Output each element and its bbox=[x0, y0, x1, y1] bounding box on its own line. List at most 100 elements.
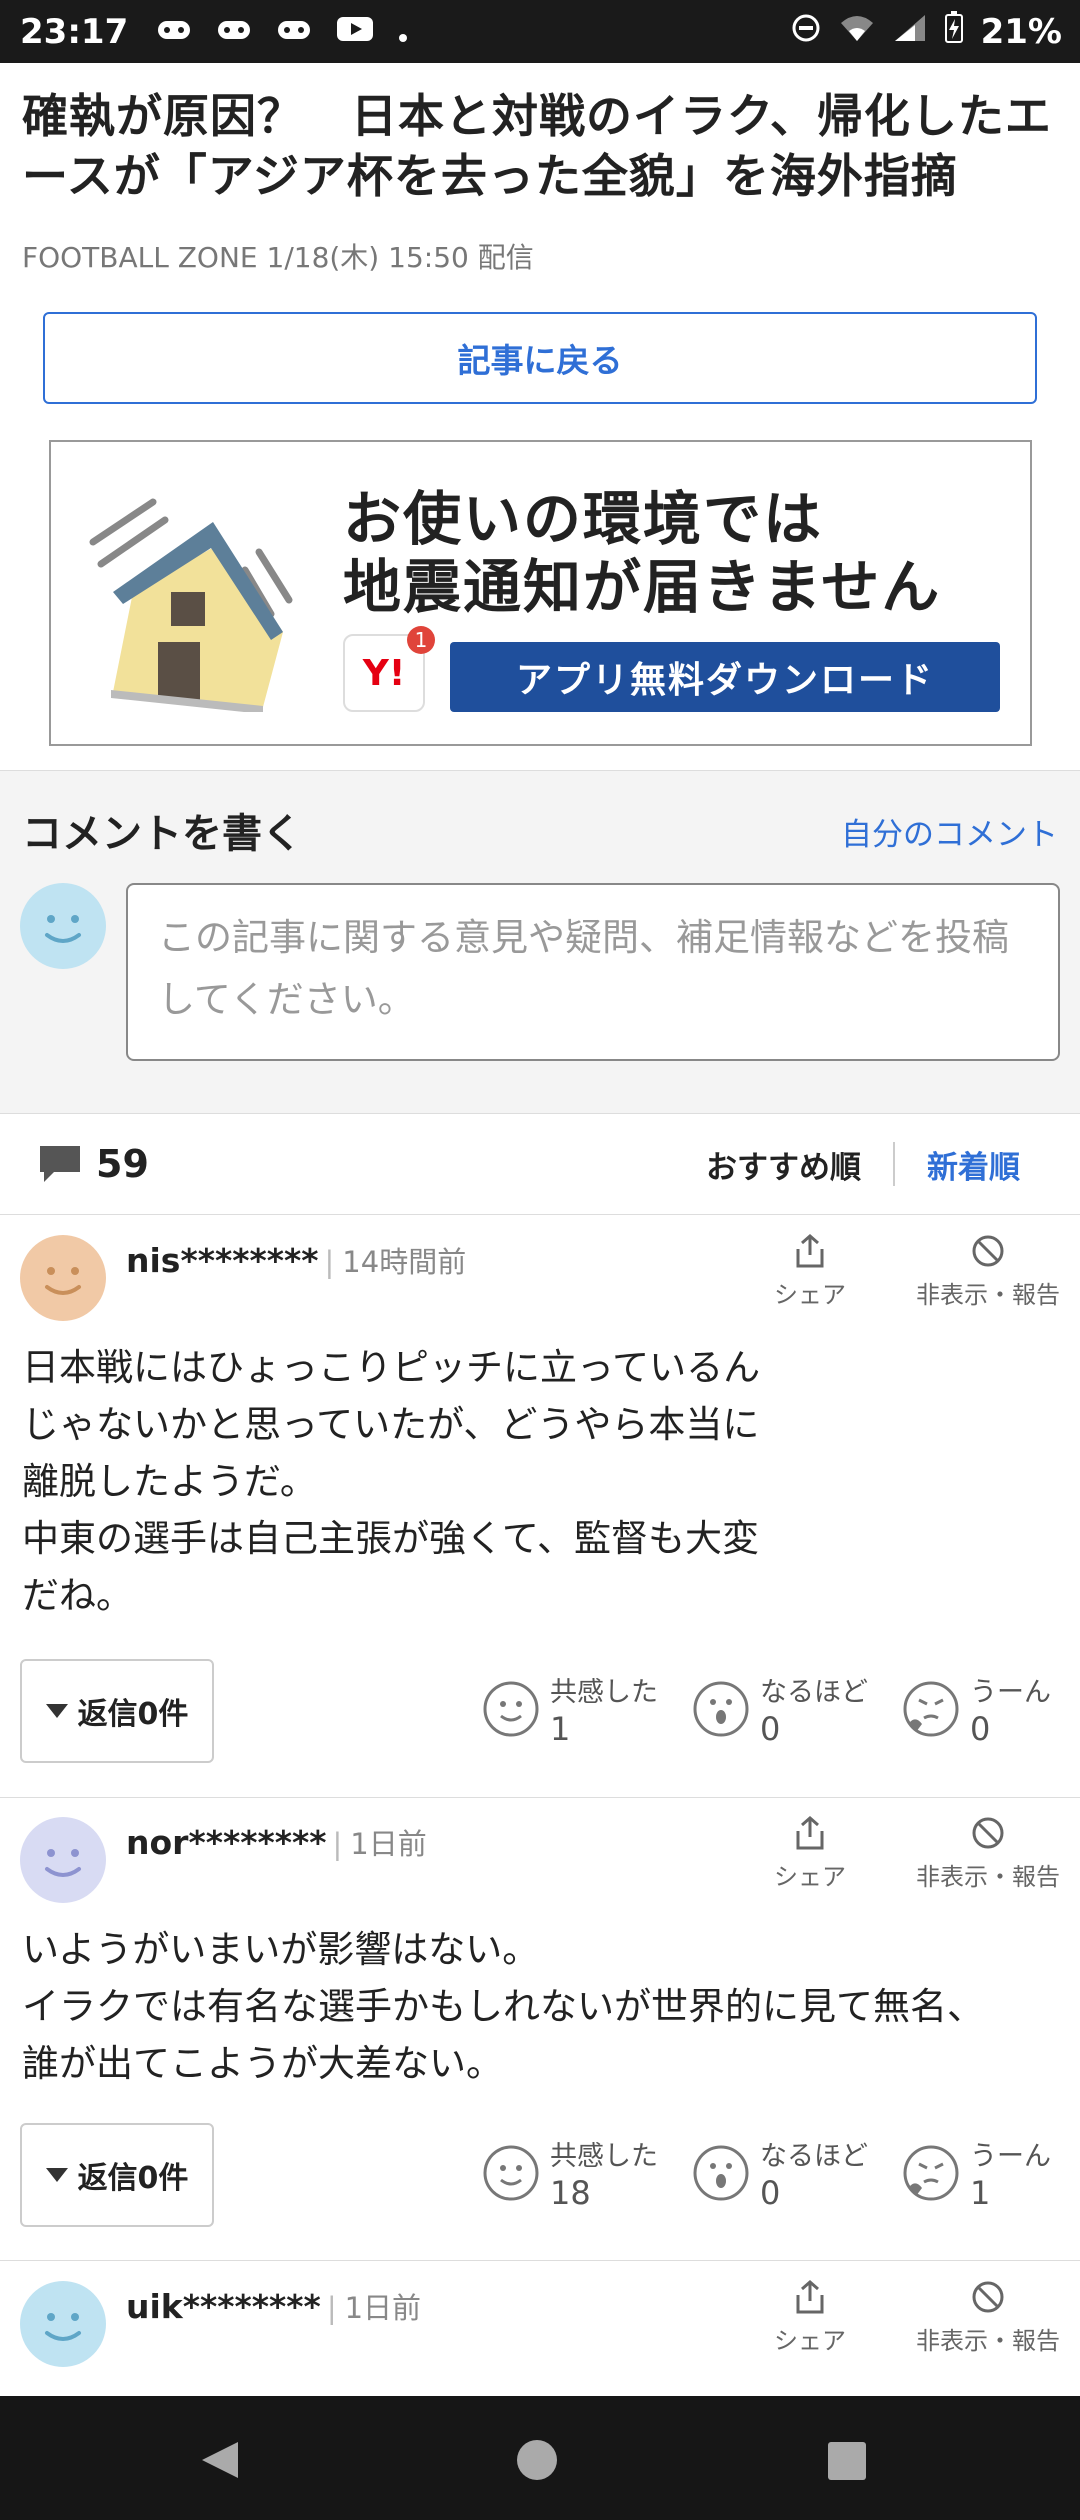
block-icon bbox=[972, 2281, 1004, 2313]
share-button[interactable]: シェア bbox=[770, 1815, 850, 1892]
share-icon bbox=[796, 2280, 824, 2314]
thinking-face-icon bbox=[903, 1681, 959, 1737]
username-text[interactable]: nor******** bbox=[126, 1823, 327, 1862]
uun-count: 0 bbox=[970, 1710, 991, 1748]
empathy-count: 1 bbox=[550, 1710, 571, 1748]
comment-item: nor********1日前 シェア 非表示・報告 いようがいまいが影響はない。… bbox=[0, 1797, 1080, 2261]
naruhodo-reaction-button[interactable]: なるほど 0 bbox=[692, 2134, 892, 2214]
do-not-disturb-icon bbox=[791, 12, 821, 52]
surprised-face-icon bbox=[693, 1681, 749, 1737]
avatar bbox=[20, 2281, 106, 2367]
hide-report-label: 非表示・報告 bbox=[916, 1281, 1060, 1309]
smile-face-icon bbox=[483, 1681, 539, 1737]
uun-label: うーん bbox=[970, 2141, 1051, 2172]
comment-count: 59 bbox=[96, 1142, 149, 1186]
reply-label: 返信0件 bbox=[77, 1697, 189, 1732]
game-controller-icon bbox=[276, 12, 312, 52]
uun-label: うーん bbox=[970, 1677, 1051, 1708]
avatar bbox=[20, 1817, 106, 1903]
comment-input[interactable]: この記事に関する意見や疑問、補足情報などを投稿してください。 bbox=[126, 883, 1060, 1061]
comment-item: uik********1日前 シェア 非表示・報告 bbox=[0, 2261, 1080, 2396]
comment-time: 14時間前 bbox=[325, 1245, 467, 1279]
hide-report-label: 非表示・報告 bbox=[916, 2327, 1060, 2355]
triangle-down-icon bbox=[45, 2168, 68, 2182]
naruhodo-count: 0 bbox=[760, 1710, 781, 1748]
share-label: シェア bbox=[774, 2327, 846, 2355]
share-label: シェア bbox=[774, 1863, 846, 1891]
triangle-down-icon bbox=[45, 1704, 68, 1718]
share-button[interactable]: シェア bbox=[770, 1233, 850, 1310]
back-to-article-button[interactable]: 記事に戻る bbox=[43, 312, 1037, 404]
battery-icon bbox=[944, 11, 963, 52]
uun-reaction-button[interactable]: うーん 0 bbox=[902, 1670, 1080, 1750]
avatar bbox=[20, 883, 106, 969]
recents-nav-icon[interactable] bbox=[826, 2440, 868, 2482]
my-comments-link[interactable]: 自分のコメント bbox=[841, 809, 1058, 854]
avatar bbox=[20, 1235, 106, 1321]
empathy-count: 18 bbox=[550, 2174, 591, 2212]
comment-item: nis********14時間前 シェア 非表示・報告 日本戦にはひょっこりピッ… bbox=[0, 1215, 1080, 1798]
battery-level: 21% bbox=[980, 11, 1062, 52]
empathy-reaction-button[interactable]: 共感した 18 bbox=[482, 2134, 682, 2214]
house-illustration-icon bbox=[89, 498, 293, 712]
comment-username[interactable]: uik********1日前 bbox=[126, 2285, 421, 2327]
comment-time: 1日前 bbox=[333, 1827, 427, 1861]
signal-icon bbox=[893, 12, 927, 52]
hide-report-button[interactable]: 非表示・報告 bbox=[898, 1233, 1078, 1310]
empathy-reaction-button[interactable]: 共感した 1 bbox=[482, 1670, 682, 1750]
uun-count: 1 bbox=[970, 2174, 991, 2212]
empathy-label: 共感した bbox=[550, 1677, 658, 1708]
empathy-label: 共感した bbox=[550, 2141, 658, 2172]
divider bbox=[893, 1142, 895, 1186]
smile-face-icon bbox=[483, 2145, 539, 2201]
username-text[interactable]: nis******** bbox=[126, 1241, 319, 1280]
sort-recommended-tab[interactable]: おすすめ順 bbox=[706, 1142, 861, 1187]
status-time: 23:17 bbox=[20, 11, 129, 52]
dot-icon bbox=[398, 12, 408, 52]
naruhodo-count: 0 bbox=[760, 2174, 781, 2212]
reply-label: 返信0件 bbox=[77, 2161, 189, 2196]
game-controller-icon bbox=[216, 12, 252, 52]
hide-report-button[interactable]: 非表示・報告 bbox=[898, 2279, 1078, 2356]
comment-bubble-icon bbox=[40, 1146, 80, 1182]
status-bar: 23:17 21% bbox=[0, 0, 1080, 63]
comment-compose-section: コメントを書く 自分のコメント この記事に関する意見や疑問、補足情報などを投稿し… bbox=[0, 770, 1080, 1114]
comment-body: いようがいまいが影響はない。 イラクでは有名な選手かもしれないが世界的に見て無名… bbox=[22, 1928, 984, 2085]
share-button[interactable]: シェア bbox=[770, 2279, 850, 2356]
ad-headline-2: 地震通知が届きません bbox=[343, 553, 942, 621]
article-title: 確執が原因？ 日本と対戦のイラク、帰化したエースが「アジア杯を去った全貌」を海外… bbox=[22, 89, 1052, 203]
ad-banner[interactable]: お使いの環境では 地震通知が届きません Y! 1 アプリ無料ダウンロード bbox=[49, 440, 1032, 746]
thinking-face-icon bbox=[903, 2145, 959, 2201]
article-meta: FOOTBALL ZONE 1/18(木) 15:50 配信 bbox=[22, 241, 534, 274]
system-navigation-bar bbox=[0, 2396, 1080, 2520]
wifi-icon bbox=[839, 12, 875, 52]
block-icon bbox=[972, 1817, 1004, 1849]
game-controller-icon bbox=[156, 12, 192, 52]
comments-list-header: 59 おすすめ順 新着順 bbox=[0, 1114, 1080, 1215]
share-icon bbox=[796, 1816, 824, 1850]
reply-toggle-button[interactable]: 返信0件 bbox=[20, 1659, 214, 1763]
block-icon bbox=[972, 1235, 1004, 1267]
comment-body: 日本戦にはひょっこりピッチに立っているん じゃないかと思っていたが、どうやら本当… bbox=[22, 1346, 761, 1617]
naruhodo-reaction-button[interactable]: なるほど 0 bbox=[692, 1670, 892, 1750]
hide-report-button[interactable]: 非表示・報告 bbox=[898, 1815, 1078, 1892]
comment-username[interactable]: nis********14時間前 bbox=[126, 1239, 466, 1281]
back-nav-icon[interactable] bbox=[196, 2438, 244, 2482]
share-label: シェア bbox=[774, 1281, 846, 1309]
surprised-face-icon bbox=[693, 2145, 749, 2201]
app-download-button[interactable]: アプリ無料ダウンロード bbox=[450, 642, 1000, 712]
username-text[interactable]: uik******** bbox=[126, 2287, 321, 2326]
naruhodo-label: なるほど bbox=[760, 1677, 868, 1708]
youtube-icon bbox=[336, 12, 374, 52]
home-nav-icon[interactable] bbox=[515, 2438, 559, 2482]
share-icon bbox=[796, 1234, 824, 1268]
comment-time: 1日前 bbox=[327, 2291, 421, 2325]
hide-report-label: 非表示・報告 bbox=[916, 1863, 1060, 1891]
naruhodo-label: なるほど bbox=[760, 2141, 868, 2172]
uun-reaction-button[interactable]: うーん 1 bbox=[902, 2134, 1080, 2214]
reply-toggle-button[interactable]: 返信0件 bbox=[20, 2123, 214, 2227]
notification-badge: 1 bbox=[407, 626, 435, 654]
sort-newest-tab[interactable]: 新着順 bbox=[927, 1142, 1020, 1187]
comment-username[interactable]: nor********1日前 bbox=[126, 1821, 427, 1863]
comment-compose-title: コメントを書く bbox=[22, 811, 302, 857]
